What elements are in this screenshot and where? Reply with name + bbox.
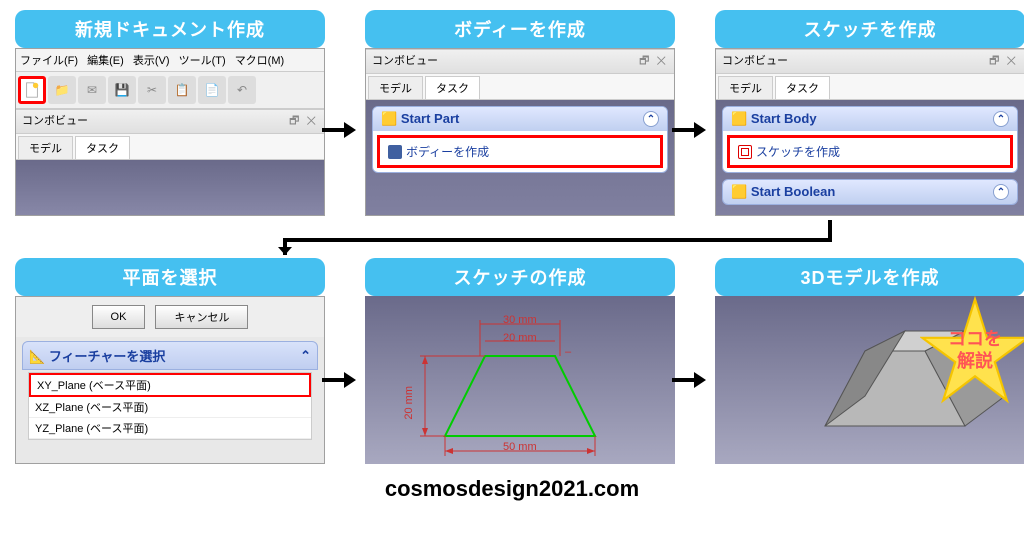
cube-icon: 🟨: [731, 111, 747, 126]
footer-credit: cosmosdesign2021.com: [0, 476, 1024, 502]
start-body-label: Start Body: [751, 111, 817, 126]
chevron-up-icon[interactable]: ⌃: [993, 184, 1009, 200]
start-boolean-header[interactable]: 🟨 Start Boolean ⌃: [723, 180, 1017, 204]
menu-view[interactable]: 表示(V): [133, 55, 170, 67]
dim-20mm-top: 20 mm: [503, 332, 537, 344]
chevron-up-icon[interactable]: ⌃: [993, 111, 1009, 127]
step-new-document: 新規ドキュメント作成 ファイル(F) 編集(E) 表示(V) ツール(T) マク…: [15, 10, 325, 220]
combo-title-bar: コンボビュー 🗗 ✕: [716, 49, 1024, 74]
feature-select-header[interactable]: 📐 フィーチャーを選択 ⌃: [22, 341, 318, 370]
arrow-5-6: [672, 370, 706, 390]
start-part-box: 🟨 Start Part ⌃ ボディーを作成: [372, 106, 668, 173]
undo-icon[interactable]: ↶: [228, 76, 256, 104]
create-sketch-item[interactable]: スケッチを作成: [727, 135, 1013, 168]
menu-edit[interactable]: 編集(E): [87, 55, 124, 67]
step1-title: 新規ドキュメント作成: [15, 10, 325, 48]
start-boolean-box: 🟨 Start Boolean ⌃: [722, 179, 1018, 205]
plane-xy[interactable]: XY_Plane (ベース平面): [29, 373, 311, 397]
step-3d-model: 3Dモデルを作成 ココを 解説: [715, 258, 1024, 468]
chevron-up-icon[interactable]: ⌃: [643, 111, 659, 127]
combo-tabs: モデル タスク: [16, 134, 324, 160]
start-body-box: 🟨 Start Body ⌃ スケッチを作成: [722, 106, 1018, 173]
window-controls[interactable]: 🗗 ✕: [989, 52, 1018, 71]
dim-dash: –: [565, 346, 571, 358]
menu-tools[interactable]: ツール(T): [179, 55, 226, 67]
save-icon[interactable]: 💾: [108, 76, 136, 104]
menu-macro[interactable]: マクロ(M): [235, 55, 285, 67]
ok-button[interactable]: OK: [92, 305, 146, 329]
arrow-1-2: [322, 120, 356, 140]
plane-list[interactable]: XY_Plane (ベース平面) XZ_Plane (ベース平面) YZ_Pla…: [28, 372, 312, 440]
step4-panel: OK キャンセル 📐 フィーチャーを選択 ⌃ XY_Plane (ベース平面) …: [15, 296, 325, 464]
step1-panel: ファイル(F) 編集(E) 表示(V) ツール(T) マクロ(M) 📁 ✉ 💾 …: [15, 48, 325, 216]
tab-task[interactable]: タスク: [425, 76, 480, 99]
tab-model[interactable]: モデル: [18, 136, 73, 159]
start-body-header[interactable]: 🟨 Start Body ⌃: [723, 107, 1017, 131]
step2-title: ボディーを作成: [365, 10, 675, 48]
star-line2: 解説: [957, 351, 993, 371]
tab-model[interactable]: モデル: [368, 76, 423, 99]
window-controls[interactable]: 🗗 ✕: [289, 112, 318, 131]
create-body-item[interactable]: ボディーを作成: [377, 135, 663, 168]
sketch-canvas[interactable]: 30 mm 20 mm – 20 mm 50 mm: [365, 296, 675, 464]
start-part-label: Start Part: [401, 111, 460, 126]
combo-title-bar: コンボビュー 🗗 ✕: [366, 49, 674, 74]
feature-select-area: 📐 フィーチャーを選択 ⌃ XY_Plane (ベース平面) XZ_Plane …: [16, 337, 324, 446]
create-body-label: ボディーを作成: [406, 143, 489, 160]
create-sketch-label: スケッチを作成: [756, 143, 840, 160]
window-controls[interactable]: 🗗 ✕: [639, 52, 668, 71]
body-icon: [388, 145, 402, 159]
combo-title: コンボビュー: [722, 52, 788, 71]
toolbar: 📁 ✉ 💾 ✂ 📋 📄 ↶: [16, 72, 324, 109]
sketch-icon: [738, 145, 752, 159]
tab-model[interactable]: モデル: [718, 76, 773, 99]
cube-icon: 🟨: [731, 184, 747, 199]
new-doc-icon[interactable]: [18, 76, 46, 104]
dim-50mm: 50 mm: [503, 441, 537, 453]
step3-title: スケッチを作成: [715, 10, 1024, 48]
task-area: 🟨 Start Part ⌃ ボディーを作成: [366, 100, 674, 216]
cut-icon[interactable]: ✂: [138, 76, 166, 104]
step-create-body: ボディーを作成 コンボビュー 🗗 ✕ モデル タスク 🟨 Start Part …: [365, 10, 675, 220]
start-part-header[interactable]: 🟨 Start Part ⌃: [373, 107, 667, 131]
step-draw-sketch: スケッチの作成: [365, 258, 675, 468]
combo-tabs: モデル タスク: [716, 74, 1024, 100]
plane-yz[interactable]: YZ_Plane (ベース平面): [29, 418, 311, 439]
copy-icon[interactable]: 📋: [168, 76, 196, 104]
arrow-2-3: [672, 120, 706, 140]
empty-task-area: [16, 160, 324, 216]
paste-icon[interactable]: 📄: [198, 76, 226, 104]
cancel-button[interactable]: キャンセル: [155, 305, 248, 329]
step3-panel: コンボビュー 🗗 ✕ モデル タスク 🟨 Start Body ⌃ スケッチを作…: [715, 48, 1024, 216]
mail-icon[interactable]: ✉: [78, 76, 106, 104]
chevron-up-icon[interactable]: ⌃: [300, 348, 311, 364]
step-select-plane: 平面を選択 OK キャンセル 📐 フィーチャーを選択 ⌃ XY_Plane (ベ…: [15, 258, 325, 468]
feature-select-label: フィーチャーを選択: [49, 349, 166, 364]
step-create-sketch: スケッチを作成 コンボビュー 🗗 ✕ モデル タスク 🟨 Start Body …: [715, 10, 1024, 220]
callout-star: ココを 解説: [920, 296, 1024, 406]
menubar[interactable]: ファイル(F) 編集(E) 表示(V) ツール(T) マクロ(M): [16, 49, 324, 72]
cube-icon: 🟨: [381, 111, 397, 126]
combo-title: コンボビュー: [372, 52, 438, 71]
combo-title: コンボビュー: [22, 112, 88, 131]
start-boolean-label: Start Boolean: [751, 184, 836, 199]
dialog-buttons: OK キャンセル: [16, 297, 324, 337]
arrow-3-4: [270, 215, 850, 270]
plane-xz[interactable]: XZ_Plane (ベース平面): [29, 397, 311, 418]
dim-30mm: 30 mm: [503, 314, 537, 326]
tab-task[interactable]: タスク: [775, 76, 830, 99]
step2-panel: コンボビュー 🗗 ✕ モデル タスク 🟨 Start Part ⌃ ボディーを作…: [365, 48, 675, 216]
open-icon[interactable]: 📁: [48, 76, 76, 104]
task-area: 🟨 Start Body ⌃ スケッチを作成 🟨 Start Boolean ⌃: [716, 100, 1024, 216]
star-line1: ココを: [948, 329, 1002, 349]
tab-task[interactable]: タスク: [75, 136, 130, 159]
menu-file[interactable]: ファイル(F): [20, 55, 78, 67]
combo-title-bar: コンボビュー 🗗 ✕: [16, 109, 324, 134]
arrow-4-5: [322, 370, 356, 390]
combo-tabs: モデル タスク: [366, 74, 674, 100]
dim-20mm-left: 20 mm: [403, 386, 415, 420]
